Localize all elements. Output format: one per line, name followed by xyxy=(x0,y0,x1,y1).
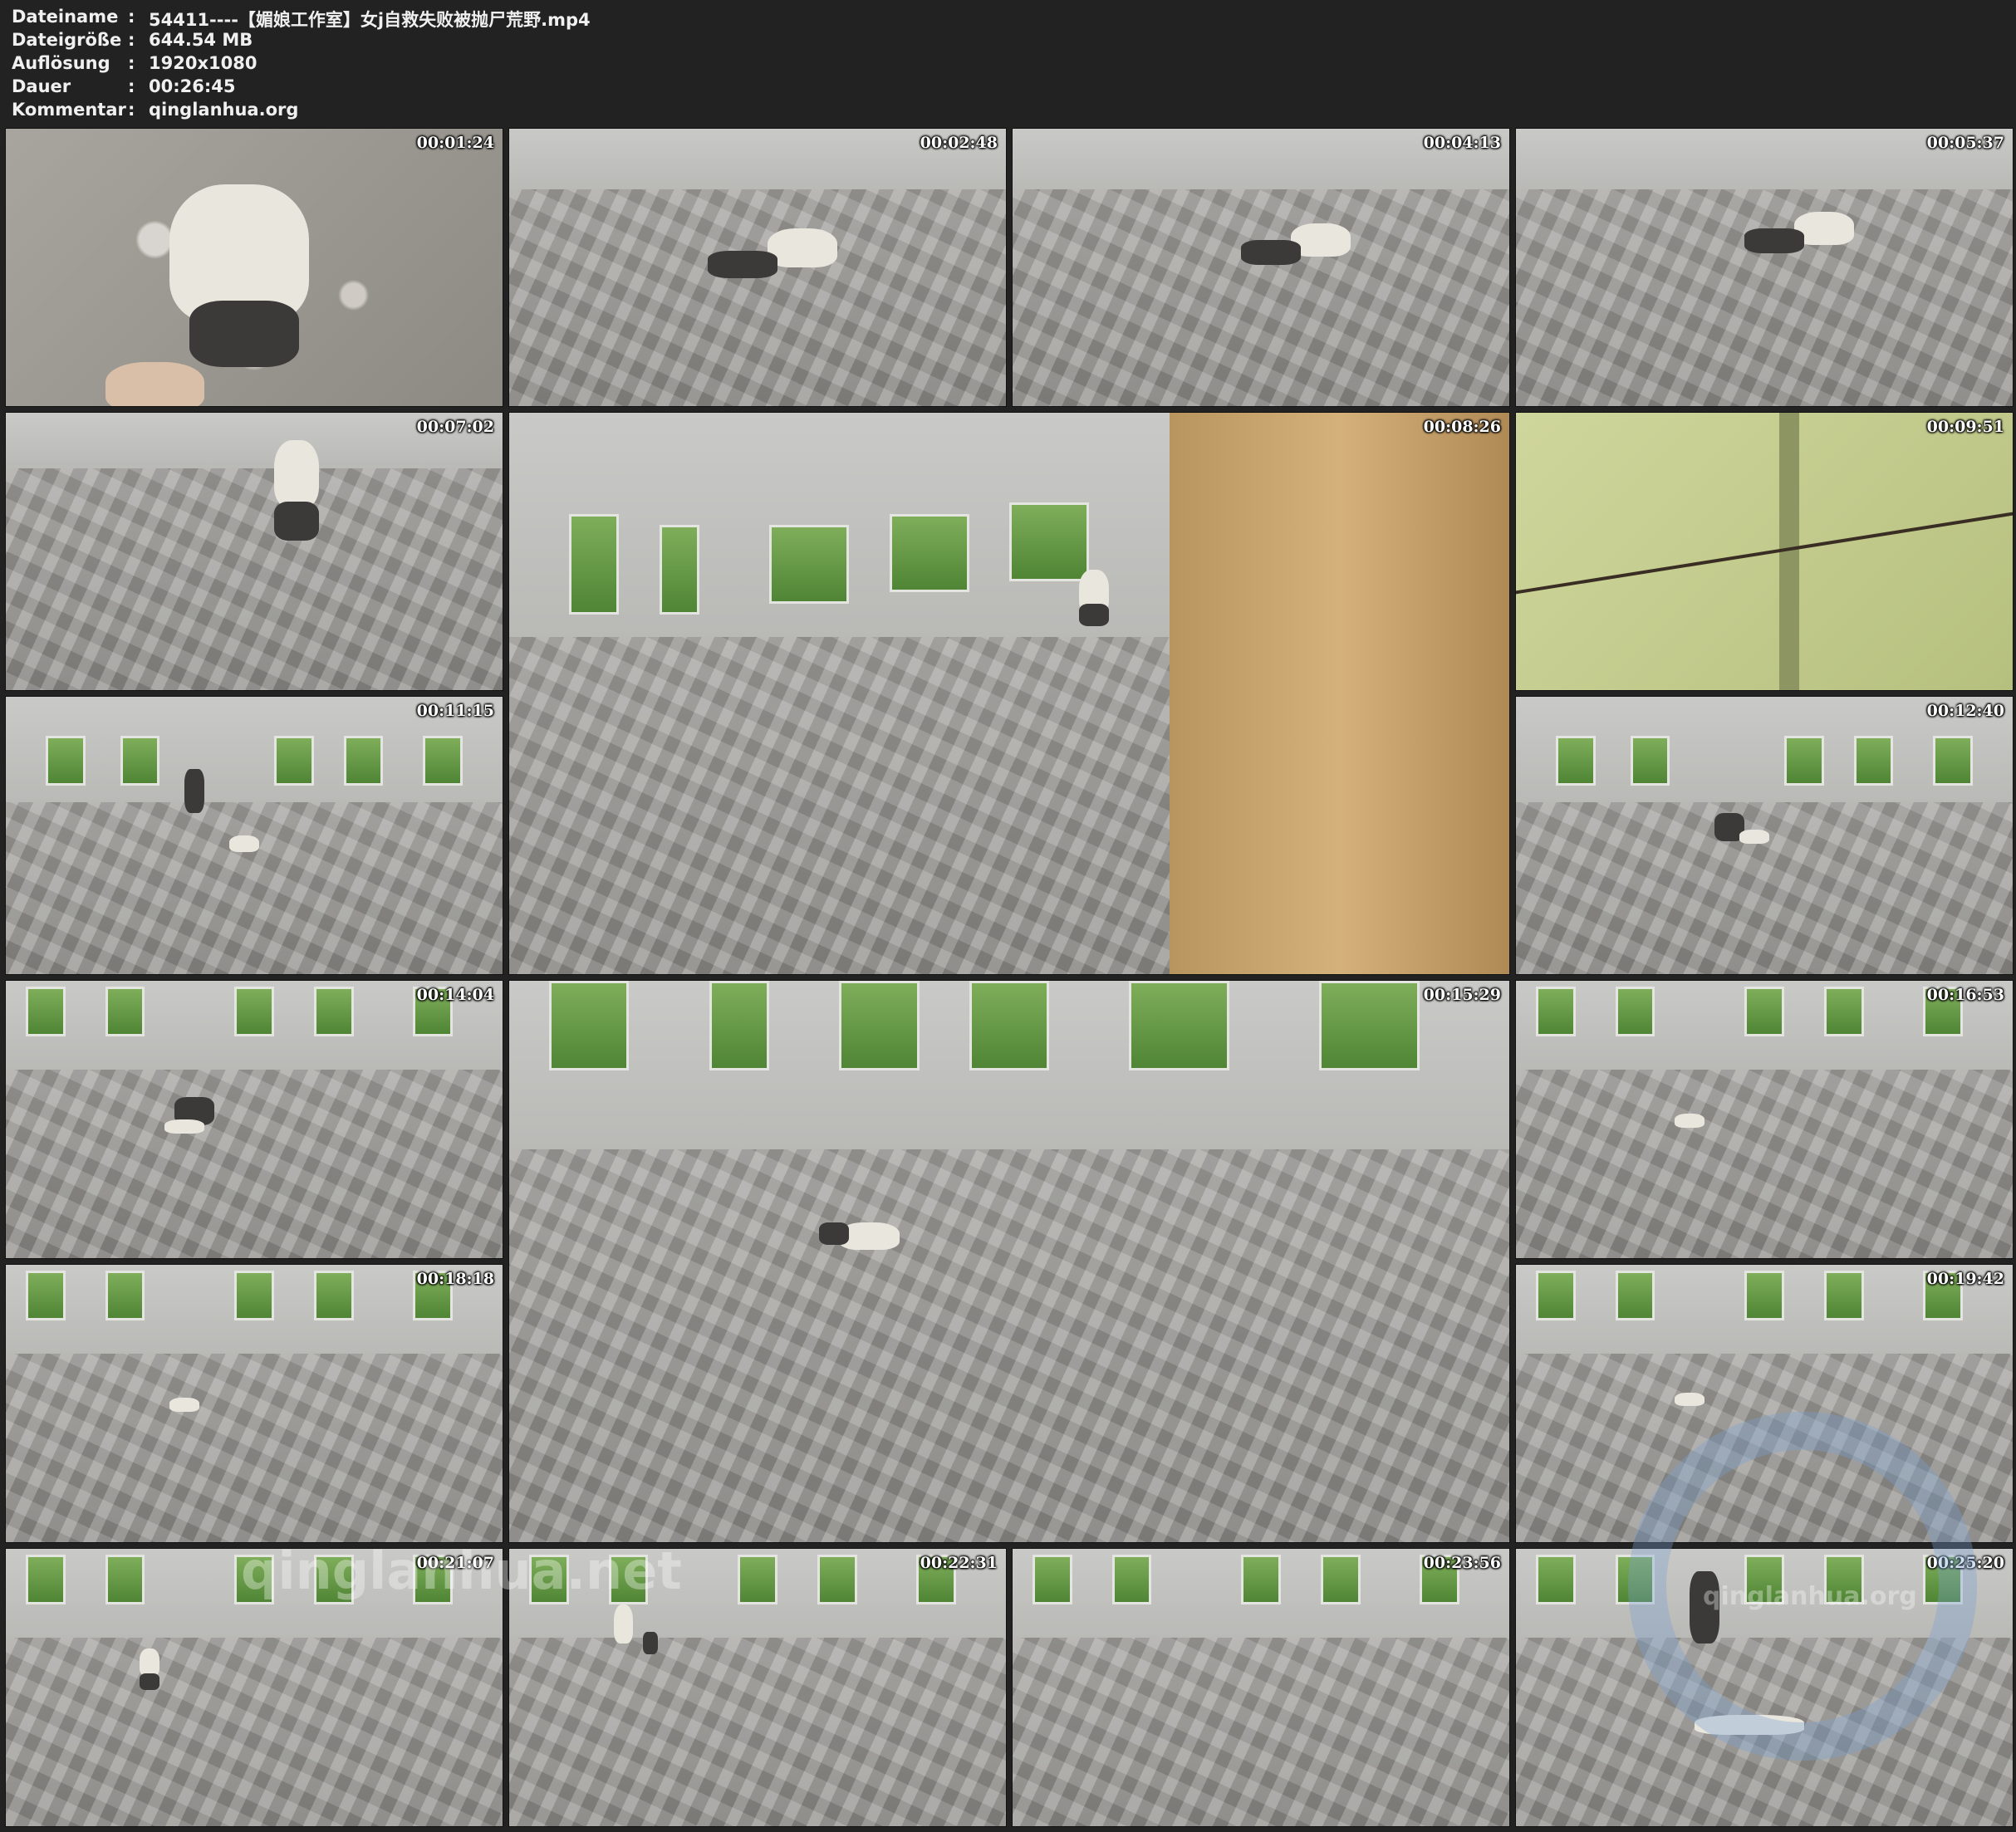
thumbnail-frame[interactable]: 00:14:04 xyxy=(5,980,503,1259)
timestamp: 00:12:40 xyxy=(1926,702,2004,720)
timestamp: 00:15:29 xyxy=(1423,986,1501,1004)
thumbnail-frame[interactable]: 00:18:18 xyxy=(5,1264,503,1543)
timestamp: 00:19:42 xyxy=(1926,1270,2004,1288)
timestamp: 00:04:13 xyxy=(1423,134,1501,152)
timestamp: 00:22:31 xyxy=(920,1554,998,1572)
thumbnail-frame[interactable]: 00:12:40 xyxy=(1515,696,2014,975)
timestamp: 00:05:37 xyxy=(1926,134,2004,152)
thumbnail-frame[interactable]: 00:07:02 xyxy=(5,412,503,691)
thumbnail-frame[interactable]: 00:01:24 xyxy=(5,128,503,407)
timestamp: 00:18:18 xyxy=(416,1270,494,1288)
timestamp: 00:08:26 xyxy=(1423,418,1501,436)
thumbnail-frame[interactable]: 00:02:48 xyxy=(508,128,1007,407)
watermark-text-right: qinglanhua.org xyxy=(1703,1582,1917,1611)
timestamp: 00:01:24 xyxy=(416,134,494,152)
thumbnail-frame[interactable]: 00:09:51 xyxy=(1515,412,2014,691)
thumbnail-frame-large[interactable]: 00:08:26 xyxy=(508,412,1510,975)
watermark-text-left: qinglanhua.net xyxy=(241,1541,682,1601)
thumbnail-frame[interactable]: 00:23:56 xyxy=(1012,1548,1510,1827)
thumbnail-frame-large[interactable]: 00:15:29 xyxy=(508,980,1510,1543)
thumbnail-frame[interactable]: 00:16:53 xyxy=(1515,980,2014,1259)
timestamp: 00:02:48 xyxy=(920,134,998,152)
timestamp: 00:09:51 xyxy=(1926,418,2004,436)
thumbnail-frame[interactable]: 00:11:15 xyxy=(5,696,503,975)
timestamp: 00:07:02 xyxy=(416,418,494,436)
timestamp: 00:11:15 xyxy=(416,702,494,720)
thumbnail-frame[interactable]: 00:05:37 xyxy=(1515,128,2014,407)
thumbnail-frame[interactable]: 00:04:13 xyxy=(1012,128,1510,407)
timestamp: 00:16:53 xyxy=(1926,986,2004,1004)
timestamp: 00:14:04 xyxy=(416,986,494,1004)
timestamp: 00:23:56 xyxy=(1423,1554,1501,1572)
